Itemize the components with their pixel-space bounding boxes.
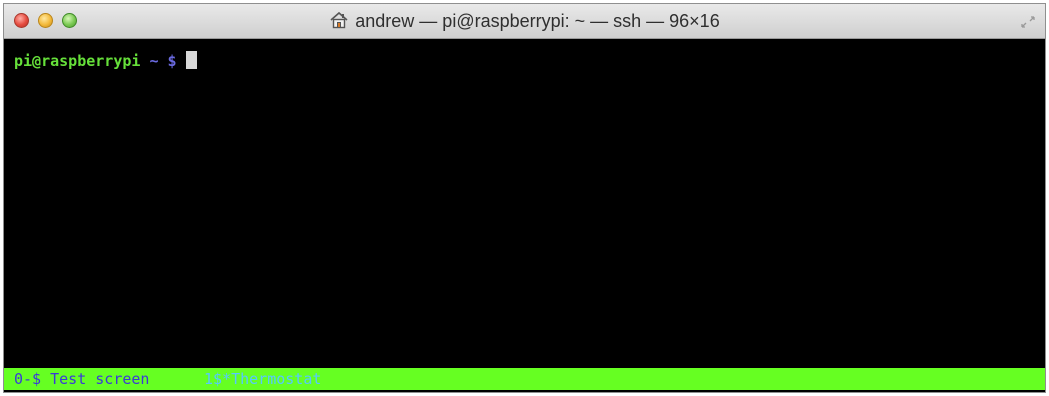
home-icon: [330, 11, 348, 29]
fullscreen-icon[interactable]: [1021, 16, 1035, 28]
window-title-text: andrew — pi@raspberrypi: ~ — ssh — 96×16: [355, 11, 720, 31]
prompt-symbol: $: [167, 52, 177, 70]
text-cursor: [185, 51, 197, 69]
shell-prompt: pi@raspberrypi ~ $: [14, 51, 197, 70]
prompt-user: pi@raspberrypi: [14, 52, 141, 70]
screen-window-inactive[interactable]: 1$*Thermostat: [204, 368, 321, 390]
terminal-window: andrew — pi@raspberrypi: ~ — ssh — 96×16…: [3, 3, 1046, 393]
prompt-directory: ~: [149, 52, 159, 70]
window-title: andrew — pi@raspberrypi: ~ — ssh — 96×16: [4, 11, 1045, 32]
terminal-content[interactable]: pi@raspberrypi ~ $ 0-$ Test screen 1$*Th…: [4, 39, 1045, 392]
screen-window-active[interactable]: 0-$ Test screen: [14, 368, 149, 390]
title-bar[interactable]: andrew — pi@raspberrypi: ~ — ssh — 96×16: [4, 4, 1045, 39]
screen-status-bar: 0-$ Test screen 1$*Thermostat: [4, 368, 1045, 390]
